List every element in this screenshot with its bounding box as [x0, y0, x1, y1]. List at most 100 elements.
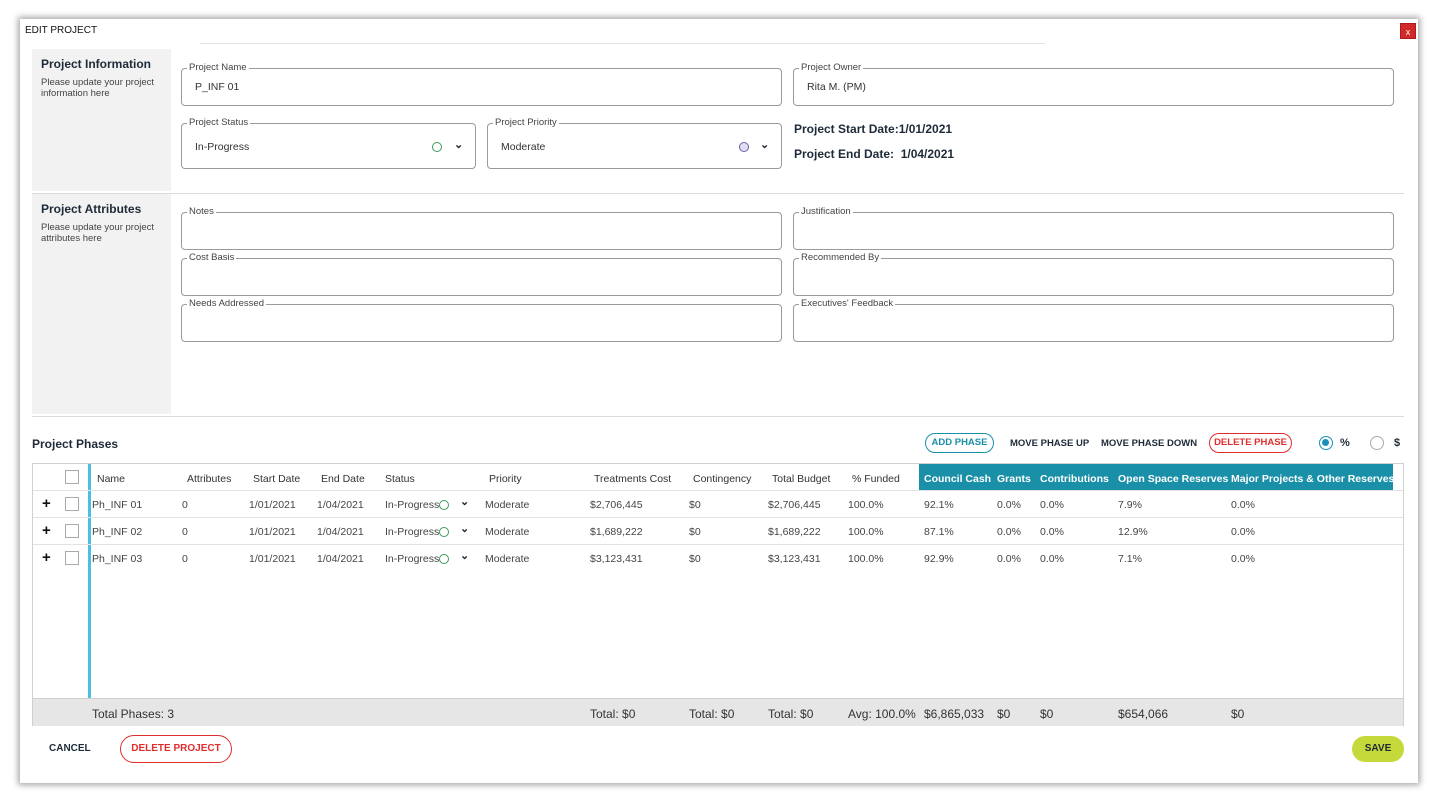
- col-grants[interactable]: Grants: [997, 473, 1031, 485]
- row-checkbox[interactable]: [65, 497, 79, 511]
- chevron-down-icon[interactable]: ⌄: [460, 549, 469, 562]
- budget-total: Total: $0: [768, 707, 814, 721]
- delete-project-button[interactable]: DELETE PROJECT: [120, 735, 232, 763]
- status-circle-icon: [432, 142, 442, 152]
- project-status-select[interactable]: Project Status In-Progress ⌄: [181, 117, 476, 169]
- project-name-label: Project Name: [187, 62, 249, 74]
- recommended-by-field[interactable]: Recommended By: [793, 252, 1394, 296]
- row-checkbox[interactable]: [65, 551, 79, 565]
- table-row[interactable]: + Ph_INF 03 0 1/01/2021 1/04/2021 In-Progress…: [33, 544, 1403, 571]
- project-name-field[interactable]: Project Name P_INF 01: [181, 62, 782, 106]
- col-major-projects[interactable]: Major Projects & Other Reserves: [1231, 473, 1394, 485]
- phase-treatments-cost: $3,123,431: [590, 553, 643, 565]
- col-treatments-cost[interactable]: Treatments Cost: [594, 473, 671, 485]
- percent-radio[interactable]: [1319, 436, 1333, 450]
- phase-name[interactable]: Ph_INF 03: [92, 553, 142, 565]
- contributions-total: $0: [1040, 707, 1054, 721]
- notes-label: Notes: [187, 206, 216, 218]
- executives-feedback-field[interactable]: Executives' Feedback: [793, 298, 1394, 342]
- close-button[interactable]: x: [1400, 23, 1416, 39]
- col-contingency[interactable]: Contingency: [693, 473, 751, 485]
- phase-end-date: 1/04/2021: [317, 499, 364, 511]
- needs-addressed-field[interactable]: Needs Addressed: [181, 298, 782, 342]
- col-funded[interactable]: % Funded: [852, 473, 900, 485]
- expand-row-icon[interactable]: +: [42, 522, 51, 539]
- phase-treatments-cost: $2,706,445: [590, 499, 643, 511]
- phase-total-budget: $2,706,445: [768, 499, 821, 511]
- phase-start-date: 1/01/2021: [249, 553, 296, 565]
- title-divider: [200, 43, 1045, 44]
- executives-feedback-label: Executives' Feedback: [799, 298, 896, 310]
- table-row[interactable]: + Ph_INF 02 0 1/01/2021 1/04/2021 In-Progress…: [33, 517, 1403, 544]
- justification-label: Justification: [799, 206, 853, 218]
- title-bar: EDIT PROJECT x: [20, 19, 1418, 44]
- chevron-down-icon[interactable]: ⌄: [460, 522, 469, 535]
- chevron-down-icon[interactable]: ⌄: [760, 138, 769, 151]
- phase-grants: 0.0%: [997, 499, 1021, 511]
- dollar-label: $: [1394, 437, 1401, 449]
- phase-attributes: 0: [182, 526, 188, 538]
- col-total-budget[interactable]: Total Budget: [772, 473, 830, 485]
- table-row[interactable]: + Ph_INF 01 0 1/01/2021 1/04/2021 In-Progress…: [33, 490, 1403, 517]
- col-status[interactable]: Status: [385, 473, 415, 485]
- project-information-heading: Project Information: [41, 57, 152, 71]
- expand-row-icon[interactable]: +: [42, 495, 51, 512]
- phase-priority: Moderate: [485, 499, 530, 511]
- col-open-space-reserves[interactable]: Open Space Reserves: [1118, 473, 1228, 485]
- phase-name[interactable]: Ph_INF 02: [92, 526, 142, 538]
- cancel-button[interactable]: CANCEL: [49, 743, 91, 754]
- project-start-date: Project Start Date:1/01/2021: [794, 122, 953, 136]
- col-contributions[interactable]: Contributions: [1040, 473, 1109, 485]
- phase-status: In-Progress: [385, 553, 440, 565]
- col-council-cash[interactable]: Council Cash: [924, 473, 991, 485]
- chevron-down-icon[interactable]: ⌄: [460, 495, 469, 508]
- phase-major-projects: 0.0%: [1231, 526, 1255, 538]
- recommended-by-label: Recommended By: [799, 252, 882, 264]
- row-checkbox[interactable]: [65, 524, 79, 538]
- project-attributes-description: Please update your project attributes he…: [41, 222, 155, 244]
- project-priority-select[interactable]: Project Priority Moderate ⌄: [487, 117, 782, 169]
- project-status-value: In-Progress: [195, 141, 250, 153]
- phase-council-cash: 92.1%: [924, 499, 954, 511]
- phase-contingency: $0: [689, 526, 701, 538]
- phase-contributions: 0.0%: [1040, 553, 1064, 565]
- funded-average: Avg: 100.0%: [848, 707, 916, 721]
- phase-total-budget: $1,689,222: [768, 526, 821, 538]
- grants-total: $0: [997, 707, 1011, 721]
- phase-priority: Moderate: [485, 553, 530, 565]
- cost-basis-label: Cost Basis: [187, 252, 237, 264]
- phase-open-space: 7.9%: [1118, 499, 1142, 511]
- add-phase-button[interactable]: ADD PHASE: [925, 433, 994, 453]
- select-all-checkbox[interactable]: [65, 470, 79, 484]
- col-end-date[interactable]: End Date: [321, 473, 365, 485]
- save-button[interactable]: SAVE: [1352, 736, 1404, 762]
- project-owner-label: Project Owner: [799, 62, 864, 74]
- delete-phase-button[interactable]: DELETE PHASE: [1209, 433, 1292, 453]
- notes-field[interactable]: Notes: [181, 206, 782, 250]
- phase-name[interactable]: Ph_INF 01: [92, 499, 142, 511]
- expand-row-icon[interactable]: +: [42, 549, 51, 566]
- col-name[interactable]: Name: [97, 473, 125, 485]
- move-phase-up-button[interactable]: MOVE PHASE UP: [1010, 438, 1089, 449]
- total-phases: Total Phases: 3: [92, 707, 175, 721]
- move-phase-down-button[interactable]: MOVE PHASE DOWN: [1101, 438, 1197, 449]
- project-owner-field[interactable]: Project Owner Rita M. (PM): [793, 62, 1394, 106]
- status-circle-icon: [439, 554, 449, 564]
- justification-field[interactable]: Justification: [793, 206, 1394, 250]
- phase-funded: 100.0%: [848, 526, 884, 538]
- cost-basis-field[interactable]: Cost Basis: [181, 252, 782, 296]
- phase-major-projects: 0.0%: [1231, 499, 1255, 511]
- phase-priority: Moderate: [485, 526, 530, 538]
- grid-footer: Total Phases: 3 Total: $0 Total: $0 Tota…: [33, 698, 1403, 726]
- col-attributes[interactable]: Attributes: [187, 473, 231, 485]
- phase-grants: 0.0%: [997, 553, 1021, 565]
- col-priority[interactable]: Priority: [489, 473, 522, 485]
- col-start-date[interactable]: Start Date: [253, 473, 300, 485]
- project-information-description: Please update your project information h…: [41, 77, 155, 99]
- project-end-date: Project End Date: 1/04/2021: [794, 147, 955, 161]
- chevron-down-icon[interactable]: ⌄: [454, 138, 463, 151]
- dollar-radio[interactable]: [1370, 436, 1384, 450]
- phase-attributes: 0: [182, 499, 188, 511]
- project-status-label: Project Status: [187, 117, 251, 129]
- phase-open-space: 12.9%: [1118, 526, 1148, 538]
